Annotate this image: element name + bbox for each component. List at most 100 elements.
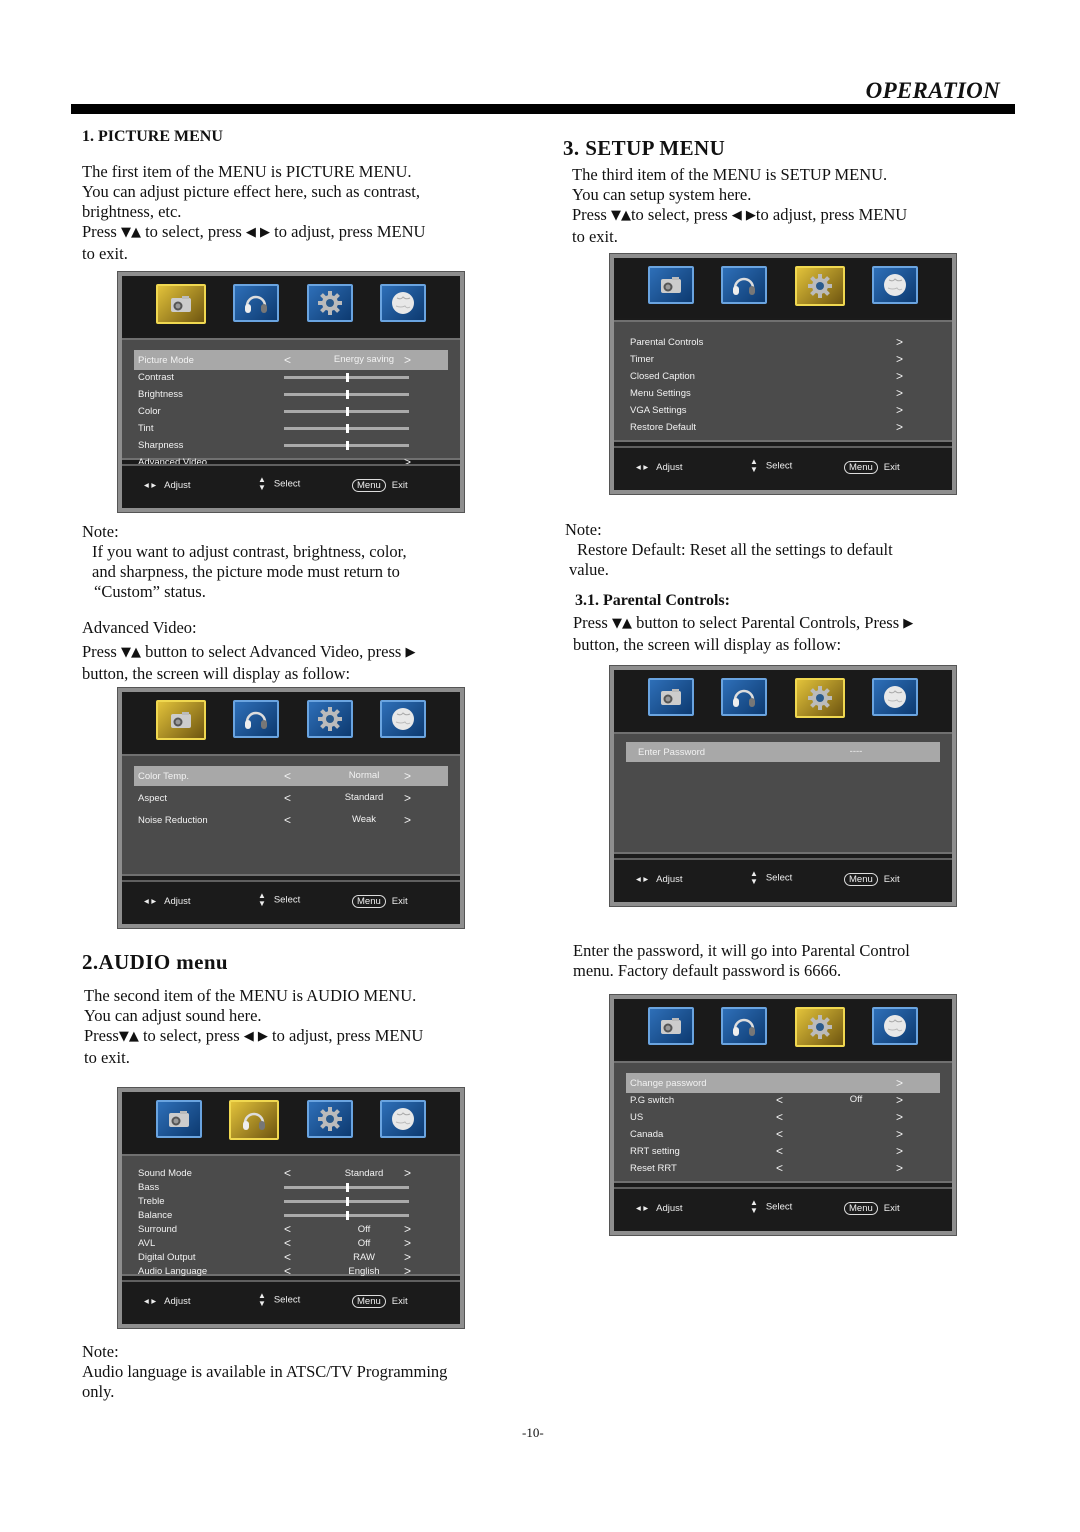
chevron-right-icon[interactable]: > [896,386,903,400]
picture-icon[interactable] [647,1007,694,1045]
setup-icon[interactable] [306,284,353,322]
chevron-right-icon[interactable]: > [896,1127,903,1141]
chevron-left-icon[interactable]: < [776,1093,783,1107]
menu-slider[interactable] [284,390,409,399]
chevron-left-icon[interactable]: < [776,1127,783,1141]
menu-slider[interactable] [284,1211,409,1220]
chevron-left-icon[interactable]: < [284,353,291,367]
chevron-right-icon[interactable]: > [404,1250,411,1264]
picture-icon[interactable] [155,284,206,324]
setup-icon[interactable] [306,1100,353,1138]
chevron-left-icon[interactable]: < [284,769,291,783]
password-input[interactable]: ---- [806,746,906,757]
menu-row[interactable]: Color Temp. < Normal > [134,766,448,786]
chevron-right-icon[interactable]: > [896,1093,903,1107]
slider-knob[interactable] [345,1183,349,1192]
menu-slider[interactable] [284,441,409,450]
slider-knob[interactable] [345,373,349,382]
globe-icon[interactable] [872,266,919,304]
chevron-right-icon[interactable]: > [896,403,903,417]
slider-knob[interactable] [345,424,349,433]
picture-icon[interactable] [155,1100,202,1138]
audio-icon[interactable] [229,1100,280,1140]
menu-row[interactable]: Treble [134,1194,448,1208]
menu-row[interactable]: AVL < Off > [134,1236,448,1250]
chevron-left-icon[interactable]: < [284,1264,291,1278]
chevron-left-icon[interactable]: < [284,813,291,827]
slider-knob[interactable] [345,441,349,450]
chevron-right-icon[interactable]: > [404,791,411,805]
parental-control-screen: Change password > P.G switch < Off > US < > Canad… [609,994,957,1236]
menu-row[interactable]: Surround < Off > [134,1222,448,1236]
menu-row[interactable]: Balance [134,1208,448,1222]
globe-icon[interactable] [380,284,427,322]
chevron-right-icon[interactable]: > [896,1144,903,1158]
menu-slider[interactable] [284,407,409,416]
password-row[interactable]: Enter Password ---- [626,742,940,762]
globe-icon[interactable] [872,1007,919,1045]
select-label: Select [765,1201,793,1213]
slider-knob[interactable] [345,390,349,399]
menu-row[interactable]: Reset RRT < > [626,1158,940,1178]
chevron-right-icon[interactable]: > [404,769,411,783]
audio-icon[interactable] [721,266,768,304]
chevron-left-icon[interactable]: < [284,1166,291,1180]
menu-slider[interactable] [284,424,409,433]
chevron-right-icon[interactable]: > [896,369,903,383]
picture-icon[interactable] [647,266,694,304]
parental-text: Press ▼▲ button to select Parental Contr… [573,613,1013,655]
chevron-right-icon[interactable]: > [896,1076,903,1090]
setup-icon[interactable] [794,266,845,306]
setup-icon[interactable] [794,1007,845,1047]
chevron-right-icon[interactable]: > [404,1236,411,1250]
chevron-right-icon[interactable]: > [404,1264,411,1278]
slider-knob[interactable] [345,1197,349,1206]
chevron-right-icon[interactable]: > [896,420,903,434]
select-hint: ▲ ▼ Select [750,458,792,474]
setup-icon[interactable] [306,700,353,738]
chevron-left-icon[interactable]: < [284,791,291,805]
chevron-right-icon[interactable]: > [896,1110,903,1124]
audio-intro: The second item of the MENU is AUDIO MEN… [84,986,524,1068]
chevron-left-icon[interactable]: < [284,1222,291,1236]
audio-icon[interactable] [721,678,768,716]
menu-slider[interactable] [284,1183,409,1192]
picture-intro: The first item of the MENU is PICTURE ME… [82,162,522,264]
menu-row[interactable]: Restore Default > [626,417,940,437]
chevron-right-icon[interactable]: > [896,335,903,349]
globe-icon[interactable] [872,678,919,716]
chevron-left-icon[interactable]: < [776,1110,783,1124]
chevron-right-icon[interactable]: > [896,352,903,366]
chevron-left-icon[interactable]: < [776,1144,783,1158]
right-arrow-icon: ▶ [903,616,914,631]
audio-icon[interactable] [721,1007,768,1045]
picture-icon[interactable] [155,700,206,740]
setup-icon[interactable] [794,678,845,718]
chevron-left-icon[interactable]: < [284,1250,291,1264]
chevron-right-icon[interactable]: > [896,1161,903,1175]
menu-slider[interactable] [284,373,409,382]
chevron-right-icon[interactable]: > [404,353,411,367]
audio-icon[interactable] [233,700,280,738]
slider-knob[interactable] [345,407,349,416]
menu-row[interactable]: Bass [134,1180,448,1194]
select-hint: ▲ ▼ Select [258,1292,300,1308]
chevron-left-icon[interactable]: < [284,1236,291,1250]
audio-icon[interactable] [233,284,280,322]
note-label: Note: [565,520,602,539]
chevron-right-icon[interactable]: > [404,813,411,827]
slider-knob[interactable] [345,1211,349,1220]
menu-row[interactable]: Aspect < Standard > [134,788,448,808]
chevron-right-icon[interactable]: > [404,1222,411,1236]
menu-slider[interactable] [284,1197,409,1206]
menu-row[interactable]: Digital Output < RAW > [134,1250,448,1264]
chevron-left-icon[interactable]: < [776,1161,783,1175]
menu-row[interactable]: Noise Reduction < Weak > [134,810,448,830]
picture-icon[interactable] [647,678,694,716]
up-down-icon: ▲ ▼ [258,475,266,492]
chevron-right-icon[interactable]: > [404,1166,411,1180]
menu-row[interactable]: Audio Language < English > [134,1264,448,1278]
globe-icon[interactable] [380,1100,427,1138]
globe-icon[interactable] [380,700,427,738]
menu-row[interactable]: Sound Mode < Standard > [134,1166,448,1180]
